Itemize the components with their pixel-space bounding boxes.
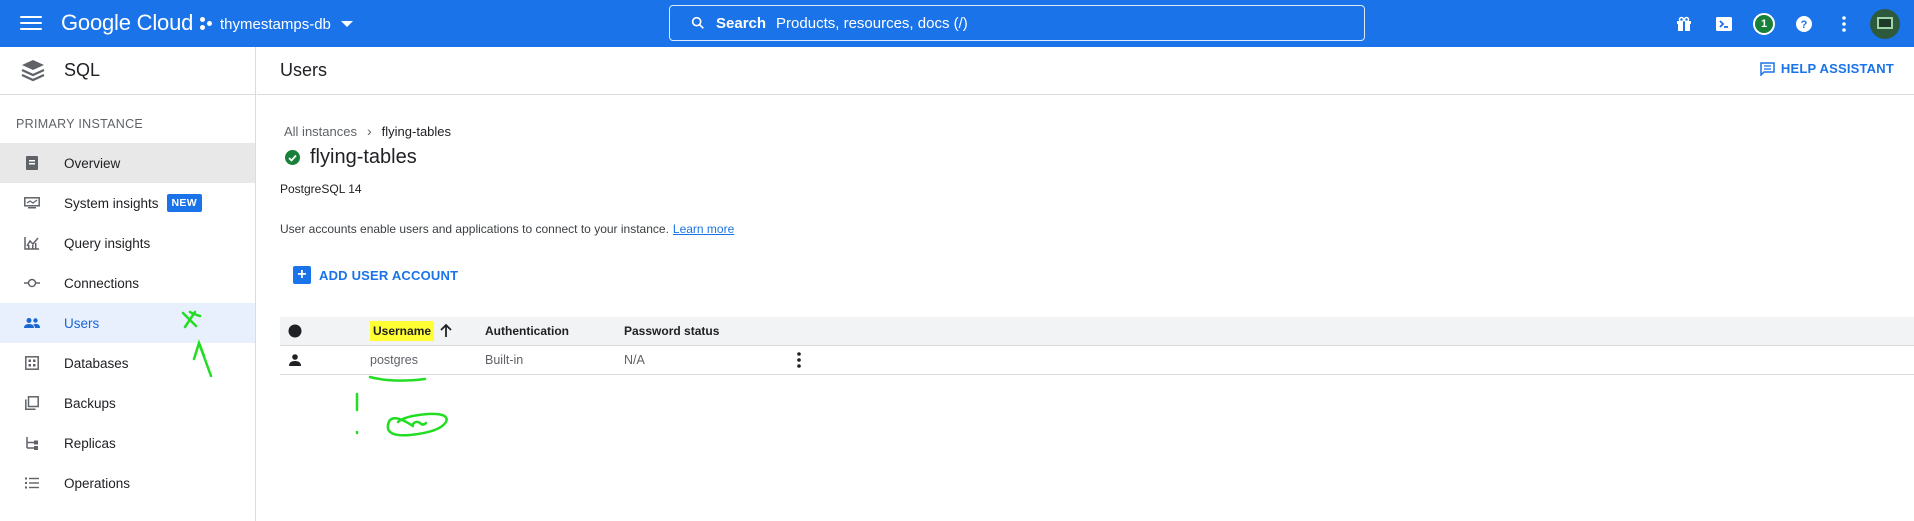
learn-more-link[interactable]: Learn more bbox=[673, 222, 734, 236]
username-column-header[interactable]: Username bbox=[370, 321, 485, 341]
project-picker[interactable]: thymestamps-db bbox=[200, 12, 353, 36]
check-circle-icon bbox=[285, 150, 300, 165]
svg-text:?: ? bbox=[1801, 19, 1808, 31]
sidebar-item-query-insights[interactable]: Query insights bbox=[0, 223, 255, 263]
sidebar-item-label: Users bbox=[64, 315, 100, 331]
help-icon[interactable]: ? bbox=[1784, 4, 1824, 44]
password-status-column-header: Password status bbox=[624, 324, 720, 338]
project-dots-icon bbox=[200, 17, 214, 31]
username-cell: postgres bbox=[370, 353, 418, 367]
person-icon bbox=[289, 354, 301, 366]
status-dot-icon bbox=[288, 324, 302, 338]
query-insights-icon bbox=[23, 234, 41, 252]
nav-section-title: PRIMARY INSTANCE bbox=[16, 117, 144, 131]
gift-icon[interactable] bbox=[1664, 4, 1704, 44]
sidebar-item-users[interactable]: Users bbox=[0, 303, 255, 343]
username-header-label: Username bbox=[370, 321, 435, 341]
sql-product-icon bbox=[21, 59, 45, 81]
top-bar: Google Cloud thymestamps-db Search Produ… bbox=[0, 0, 1914, 47]
sidebar-item-label: Replicas bbox=[64, 435, 116, 451]
sidebar-item-replicas[interactable]: Replicas bbox=[0, 423, 255, 463]
more-vert-icon[interactable] bbox=[1824, 4, 1864, 44]
chevron-down-icon bbox=[340, 21, 353, 27]
backups-icon bbox=[23, 394, 41, 412]
breadcrumb-current: flying-tables bbox=[381, 123, 452, 139]
sidebar-item-databases[interactable]: Databases bbox=[0, 343, 255, 383]
table-header-row: Username Authentication Password status bbox=[280, 317, 1914, 346]
breadcrumb-all-instances[interactable]: All instances bbox=[284, 124, 357, 139]
users-table: Username Authentication Password status … bbox=[280, 317, 1914, 375]
connections-icon bbox=[23, 274, 41, 292]
database-version: PostgreSQL 14 bbox=[280, 182, 362, 196]
help-assistant-button[interactable]: HELP ASSISTANT bbox=[1760, 61, 1894, 76]
databases-icon bbox=[23, 354, 41, 372]
notification-count: 1 bbox=[1753, 12, 1775, 35]
breadcrumb: All instances › flying-tables bbox=[284, 123, 451, 139]
google-cloud-logo[interactable]: Google Cloud bbox=[61, 10, 193, 36]
instance-name: flying-tables bbox=[310, 146, 417, 168]
search-icon bbox=[691, 16, 704, 29]
user-type-cell bbox=[280, 354, 370, 366]
chevron-right-icon: › bbox=[366, 123, 372, 139]
product-name: SQL bbox=[64, 60, 101, 80]
cloud-shell-icon[interactable] bbox=[1704, 4, 1744, 44]
overview-icon bbox=[23, 154, 41, 172]
sidebar-item-overview[interactable]: Overview bbox=[0, 143, 255, 183]
avatar[interactable] bbox=[1870, 8, 1900, 39]
search-label: Search bbox=[716, 14, 767, 32]
sidebar-item-label: Query insights bbox=[64, 235, 151, 251]
system-insights-icon bbox=[23, 194, 41, 212]
intro-text: User accounts enable users and applicati… bbox=[280, 222, 734, 236]
help-assistant-label: HELP ASSISTANT bbox=[1780, 61, 1894, 76]
sidebar-item-system-insights[interactable]: System insights NEW bbox=[0, 183, 255, 223]
sidebar-item-label: Connections bbox=[64, 275, 140, 291]
sidebar-item-label: Operations bbox=[64, 475, 131, 491]
main-menu-icon[interactable] bbox=[20, 13, 42, 33]
authentication-column-header: Authentication bbox=[485, 324, 569, 338]
authentication-cell: Built-in bbox=[485, 353, 524, 367]
notifications-icon[interactable]: 1 bbox=[1744, 4, 1784, 44]
left-nav: SQL PRIMARY INSTANCE Overview System ins… bbox=[0, 47, 256, 521]
intro-description: User accounts enable users and applicati… bbox=[280, 222, 669, 236]
main-content: Users HELP ASSISTANT All instances › fly… bbox=[257, 47, 1914, 521]
sidebar-item-connections[interactable]: Connections bbox=[0, 263, 255, 303]
project-name: thymestamps-db bbox=[220, 15, 331, 33]
more-vert-icon[interactable] bbox=[784, 352, 814, 368]
table-row: postgres Built-in N/A bbox=[280, 346, 1914, 375]
sidebar-item-label: System insights bbox=[64, 195, 159, 211]
search-placeholder: Products, resources, docs (/) bbox=[776, 14, 968, 32]
sidebar-item-label: Backups bbox=[64, 395, 116, 411]
operations-icon bbox=[23, 474, 41, 492]
instance-title: flying-tables bbox=[285, 146, 417, 169]
add-user-account-label: ADD USER ACCOUNT bbox=[319, 267, 459, 283]
status-column-header bbox=[280, 324, 370, 338]
password-status-cell: N/A bbox=[624, 353, 645, 367]
search-input[interactable]: Search Products, resources, docs (/) bbox=[669, 5, 1365, 41]
page-header: Users HELP ASSISTANT bbox=[257, 47, 1914, 95]
sidebar-item-label: Overview bbox=[64, 155, 121, 171]
sidebar-item-label: Databases bbox=[64, 355, 129, 371]
sidebar-item-operations[interactable]: Operations bbox=[0, 463, 255, 503]
arrow-up-icon[interactable] bbox=[440, 324, 452, 338]
add-icon: + bbox=[293, 266, 311, 284]
add-user-account-button[interactable]: + ADD USER ACCOUNT bbox=[293, 266, 458, 284]
replicas-icon bbox=[23, 434, 41, 452]
page-title: Users bbox=[280, 60, 328, 80]
users-icon bbox=[23, 314, 41, 332]
new-badge: NEW bbox=[166, 194, 202, 212]
sidebar-item-backups[interactable]: Backups bbox=[0, 383, 255, 423]
chat-icon bbox=[1760, 61, 1775, 76]
product-header: SQL bbox=[0, 47, 255, 95]
